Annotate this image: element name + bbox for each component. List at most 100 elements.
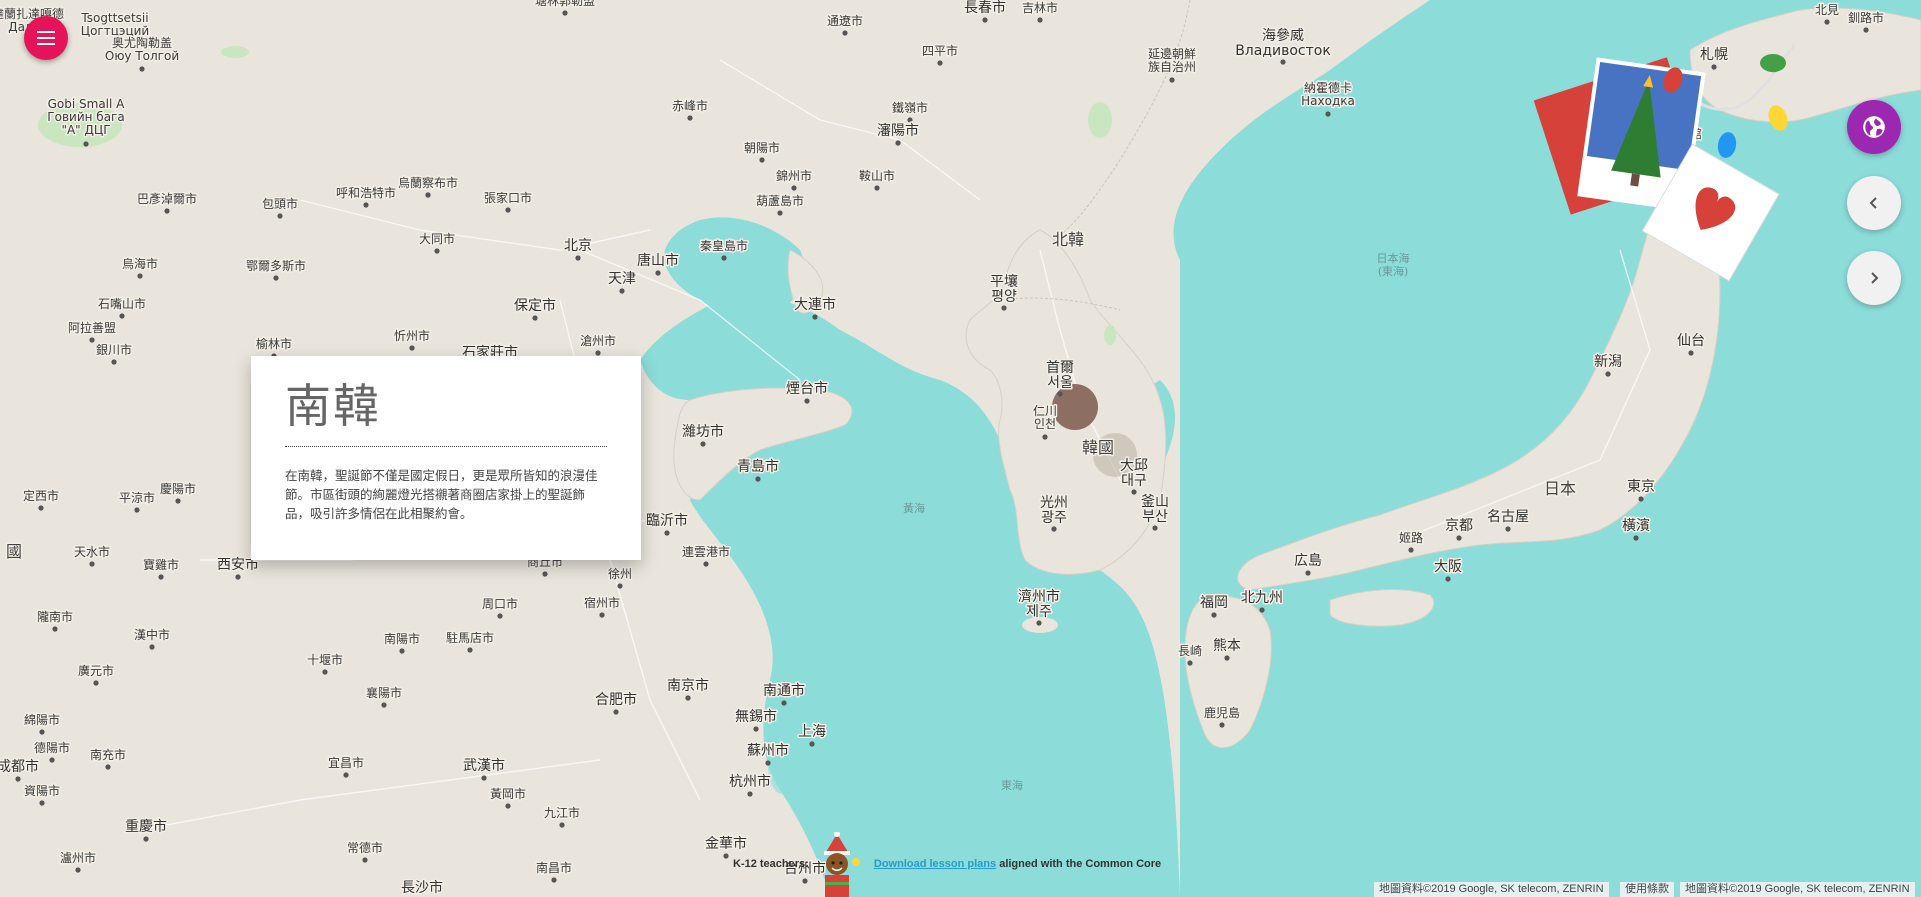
city-dot <box>1325 111 1331 117</box>
city-dot <box>93 680 99 686</box>
green-patch <box>1088 102 1112 138</box>
city-label: 福岡 <box>1200 595 1228 611</box>
city-dot <box>613 709 619 715</box>
city-dot <box>75 867 81 873</box>
city-label: 忻州市 <box>394 328 430 343</box>
country-label: 北韓 <box>1052 230 1084 249</box>
city-dot <box>791 185 797 191</box>
info-card-divider <box>285 446 607 447</box>
city-label: 赤峰市 <box>672 98 708 113</box>
city-label: 鹿児島 <box>1204 705 1240 720</box>
city-label: 青島市 <box>737 458 779 475</box>
city-label: 九江市 <box>544 805 580 820</box>
city-dot <box>617 583 623 589</box>
city-label: 四平市 <box>922 43 958 58</box>
city-label: 武漢市 <box>463 757 505 774</box>
next-button[interactable] <box>1847 251 1901 305</box>
city-label: 蘇州市 <box>747 742 789 759</box>
city-label: 南陽市 <box>384 631 420 646</box>
yellow-bulb-icon <box>1768 105 1788 131</box>
city-label: 新潟 <box>1594 354 1622 370</box>
city-label: 奥尤陶勒盖 Оюу Толгой <box>105 35 179 63</box>
city-dot <box>505 803 511 809</box>
city-dot <box>1036 620 1042 626</box>
city-dot <box>105 764 111 770</box>
city-dot <box>1456 535 1462 541</box>
city-label: 北京 <box>564 238 592 254</box>
city-dot <box>1688 350 1694 356</box>
city-dot <box>505 207 511 213</box>
city-label: 石嘴山市 <box>98 296 146 311</box>
city-dot <box>399 648 405 654</box>
christmas-decoration <box>1533 43 1795 282</box>
city-label: 通遼市 <box>827 13 863 28</box>
city-dot <box>703 561 709 567</box>
info-card-body: 在南韓，聖誕節不僅是國定假日，更是眾所皆知的浪漫佳節。市區街頭的絢麗燈光搭襯著商… <box>285 468 598 521</box>
city-label: 成都市 <box>0 758 39 775</box>
city-dot <box>1445 576 1451 582</box>
map-attribution-secondary: 地圖資料©2019 Google, SK telecom, ZENRIN <box>1680 882 1915 897</box>
city-dot <box>497 613 503 619</box>
city-dot <box>747 791 753 797</box>
city-label: 葫蘆島市 <box>756 193 804 208</box>
download-lesson-plans-link[interactable]: Download lesson plans <box>874 858 996 870</box>
city-dot <box>551 877 557 883</box>
map-attribution: 地圖資料©2019 Google, SK telecom, ZENRIN <box>1374 882 1609 897</box>
country-label: 國 <box>6 542 22 561</box>
city-dot <box>575 255 581 261</box>
city-dot <box>139 66 145 72</box>
city-label: 天津 <box>608 271 636 287</box>
city-label: 瀘州市 <box>60 850 96 865</box>
city-dot <box>781 700 787 706</box>
city-dot <box>759 157 765 163</box>
city-label: 熊本 <box>1213 638 1241 654</box>
city-label: 天水市 <box>74 544 110 559</box>
city-label: 襄陽市 <box>366 685 402 700</box>
city-label: 隴南市 <box>37 609 73 624</box>
city-dot <box>687 115 693 121</box>
city-label: 濰坊市 <box>682 423 724 440</box>
city-label: 平涼市 <box>119 490 155 505</box>
city-dot <box>982 17 988 23</box>
city-dot <box>777 210 783 216</box>
city-label: 宿州市 <box>584 595 620 610</box>
menu-button[interactable] <box>24 16 68 60</box>
prev-button[interactable] <box>1847 176 1901 230</box>
city-label: 京都 <box>1445 518 1473 534</box>
city-label: 滄州市 <box>580 333 616 348</box>
city-label: 大同市 <box>419 231 455 246</box>
city-dot <box>137 273 143 279</box>
city-label: 北見 <box>1815 3 1839 17</box>
city-label: 張家口市 <box>484 190 532 205</box>
menu-icon <box>37 31 55 45</box>
city-label: 漢中市 <box>134 627 170 642</box>
green-bulb-icon <box>1760 54 1786 72</box>
city-dot <box>1037 17 1043 23</box>
city-label: 資陽市 <box>24 783 60 798</box>
city-label: 黃岡市 <box>490 786 526 801</box>
sea-label: 黃海 <box>903 501 925 515</box>
city-label: 慶陽市 <box>160 481 196 496</box>
city-label: 橫濱 <box>1622 518 1650 534</box>
city-label: 錦州市 <box>776 168 812 183</box>
city-dot <box>409 345 415 351</box>
city-dot <box>1187 660 1193 666</box>
city-label: 首爾 서울 <box>1046 360 1074 391</box>
city-dot <box>802 878 808 884</box>
city-label: 長崎 <box>1178 644 1202 658</box>
city-dot <box>685 695 691 701</box>
terms-link[interactable]: 使用條款 <box>1620 882 1674 897</box>
city-dot <box>664 530 670 536</box>
city-dot <box>812 314 818 320</box>
city-label: 瀋陽市 <box>877 122 919 139</box>
city-label: 寶雞市 <box>143 557 179 572</box>
city-label: 廣元市 <box>78 663 114 678</box>
city-label: 合肥市 <box>595 691 637 708</box>
city-label: 連雲港市 <box>682 544 730 559</box>
city-dot <box>277 213 283 219</box>
city-label: 大阪 <box>1434 559 1462 575</box>
city-dot <box>1042 434 1048 440</box>
city-label: 鐵嶺市 <box>892 100 928 115</box>
city-dot <box>599 612 605 618</box>
globe-button[interactable] <box>1847 100 1901 154</box>
